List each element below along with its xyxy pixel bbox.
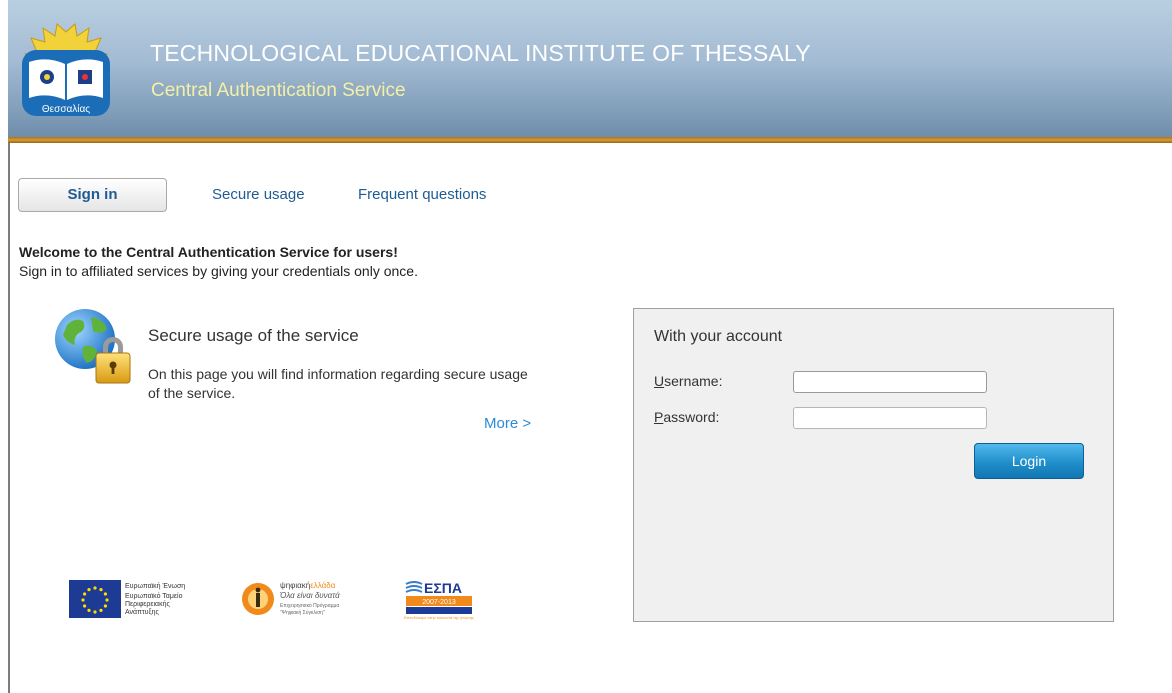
password-accesskey: P [654,409,664,425]
login-panel: With your account Username: Password: Lo… [633,308,1114,622]
username-label: Username: [654,373,722,389]
eu-line-1: Ευρωπαϊκή Ένωση [125,583,185,590]
eu-line-2: Ευρωπαϊκό Ταμείο [125,592,183,600]
espa-years: 2007-2013 [422,599,456,606]
password-label: Password: [654,409,719,425]
login-button[interactable]: Login [974,443,1084,479]
username-accesskey: U [654,373,665,389]
tab-frequent-questions[interactable]: Frequent questions [358,186,486,203]
espa-title: ΕΣΠΑ [424,580,462,596]
welcome-subtitle: Sign in to affiliated services by giving… [19,263,418,279]
digital-line-1: Επιχειρησιακό Πρόγραμμα [280,602,339,609]
globe-lock-icon [55,309,131,384]
eu-line-4: Ανάπτυξης [125,608,160,616]
secure-usage-title: Secure usage of the service [148,326,359,345]
login-heading: With your account [654,328,783,345]
page-left-border [8,143,10,693]
eu-line-3: Περιφερειακής [125,601,170,608]
username-input[interactable] [793,371,987,393]
digital-brand-b: ελλάδα [310,581,336,590]
eu-erdf-logo: Ευρωπαϊκή Ένωση Ευρωπαϊκό Ταμείο Περιφερ… [69,580,185,618]
digital-brand-a: ψηφιακή [280,581,310,590]
digital-slogan: Όλα είναι δυνατά [279,591,340,600]
espa-tagline: Επενδύουμε στην κοινωνία της γνώσης [404,615,474,620]
digital-line-2: "Ψηφιακή Σύγκλιση" [280,609,325,616]
tei-thessaly-logo: Θεσσαλίας [22,23,110,116]
institute-title: TECHNOLOGICAL EDUCATIONAL INSTITUTE OF T… [150,40,811,66]
header-banner [8,0,1172,137]
password-label-text: assword: [663,409,720,425]
username-label-text: sername: [664,373,723,389]
espa-logo: ΕΣΠΑ 2007-2013 Επενδύουμε στην κοινωνία … [404,580,474,620]
more-link[interactable]: More > [484,415,531,432]
secure-usage-description: On this page you will find information r… [148,366,528,401]
tab-sign-in[interactable]: Sign in [18,178,167,212]
service-title: Central Authentication Service [151,80,406,101]
welcome-heading: Welcome to the Central Authentication Se… [19,244,398,260]
logo-text: Θεσσαλίας [42,103,90,115]
digital-greece-logo: ψηφιακήελλάδα Όλα είναι δυνατά Επιχειρησ… [242,581,340,616]
password-input[interactable] [793,407,987,429]
header-divider [8,137,1172,143]
svg-text:ψηφιακήελλάδα: ψηφιακήελλάδα [280,581,336,590]
tab-secure-usage[interactable]: Secure usage [212,186,305,203]
